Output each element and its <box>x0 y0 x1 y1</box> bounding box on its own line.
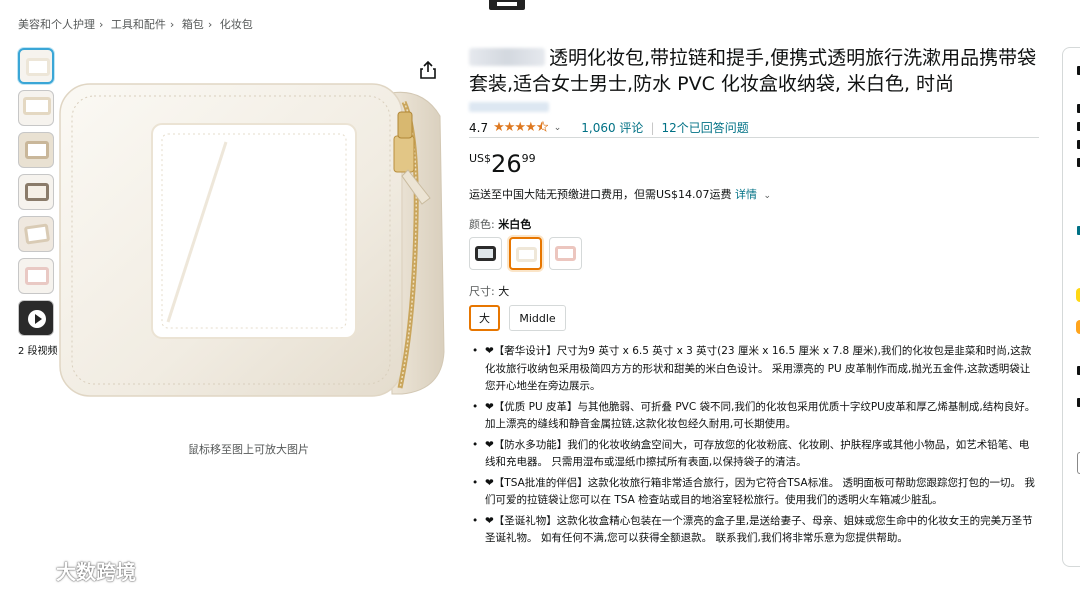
breadcrumb-item-beauty[interactable]: 美容和个人护理 <box>18 18 95 31</box>
thumbnail-6[interactable] <box>18 258 54 294</box>
feature-bullet: ❤【防水多功能】我们的化妆收纳盒空间大，可存放您的化妆粉底、化妆刷、护肤程序或其… <box>471 437 1039 472</box>
size-button-large[interactable]: 大 <box>469 305 500 331</box>
color-swatch-pink[interactable] <box>549 237 582 270</box>
buy-box-panel <box>1062 47 1080 567</box>
device-icon <box>489 0 525 10</box>
feature-bullet: ❤【奢华设计】尺寸为9 英寸 x 6.5 英寸 x 3 英寸(23 厘米 x 1… <box>471 343 1039 396</box>
watermark-logo-icon <box>11 561 47 579</box>
product-title-text: 透明化妆包,带拉链和提手,便携式透明旅行洗漱用品携带袋套装,适合女士男士,防水 … <box>469 47 1037 95</box>
thumbnail-list: 2 段视频 <box>18 48 58 357</box>
watermark: 大数跨境 <box>8 556 136 585</box>
color-swatches <box>469 237 582 270</box>
color-swatch-black[interactable] <box>469 237 502 270</box>
size-options: 大 Middle <box>469 305 566 331</box>
video-count-label: 2 段视频 <box>18 346 58 357</box>
selected-size: 大 <box>498 285 510 298</box>
play-icon <box>28 310 46 328</box>
zoom-hint: 鼠标移至图上可放大图片 <box>188 443 309 456</box>
selected-color: 米白色 <box>498 218 532 231</box>
thumbnail-2[interactable] <box>18 90 54 126</box>
rating-row: 4.7 ★★★★★★ ⌄ 1,060 评论 | 12个已回答问题 <box>469 119 749 136</box>
share-icon[interactable] <box>419 60 437 80</box>
main-product-image[interactable] <box>56 72 456 412</box>
price-fraction: 99 <box>521 152 536 165</box>
breadcrumb-item-bags[interactable]: 箱包 <box>182 18 204 31</box>
price: US$2699 <box>469 150 536 178</box>
feature-bullet: ❤【圣诞礼物】这款化妆盒精心包装在一个漂亮的盒子里,是送给妻子、母亲、姐妹或您生… <box>471 513 1039 548</box>
price-whole: 26 <box>491 150 522 178</box>
shipping-info: 运送至中国大陆无预缴进口费用，但需US$14.07运费 详情 ⌄ <box>469 186 771 202</box>
shipping-details-link[interactable]: 详情 <box>735 188 757 201</box>
product-title: 透明化妆包,带拉链和提手,便携式透明旅行洗漱用品携带袋套装,适合女士男士,防水 … <box>469 45 1039 97</box>
blurred-store-link[interactable] <box>469 102 549 112</box>
watermark-text: 大数跨境 <box>56 560 136 584</box>
star-rating-icon[interactable]: ★★★★★★ <box>493 120 548 135</box>
size-label: 尺寸: 大 <box>469 285 510 298</box>
divider <box>469 137 1039 138</box>
size-button-middle[interactable]: Middle <box>509 305 566 331</box>
breadcrumb: 美容和个人护理 › 工具和配件 › 箱包 › 化妆包 <box>18 18 253 31</box>
thumbnail-4[interactable] <box>18 174 54 210</box>
add-to-cart-button[interactable] <box>1076 288 1080 302</box>
feature-bullet: ❤【优质 PU 皮革】与其他脆弱、可折叠 PVC 袋不同,我们的化妆包采用优质十… <box>471 399 1039 434</box>
answered-questions-link[interactable]: 12个已回答问题 <box>661 119 748 136</box>
video-thumbnail[interactable] <box>18 300 54 336</box>
shipping-text: 运送至中国大陆无预缴进口费用，但需US$14.07运费 <box>469 188 732 201</box>
color-label: 颜色: 米白色 <box>469 218 532 231</box>
chevron-down-icon[interactable]: ⌄ <box>764 191 772 201</box>
chevron-down-icon[interactable]: ⌄ <box>554 123 562 133</box>
feature-bullets: ❤【奢华设计】尺寸为9 英寸 x 6.5 英寸 x 3 英寸(23 厘米 x 1… <box>471 343 1039 551</box>
breadcrumb-item-cosmetic-bag[interactable]: 化妆包 <box>220 18 253 31</box>
buy-now-button[interactable] <box>1076 320 1080 334</box>
thumbnail-5[interactable] <box>18 216 54 252</box>
color-swatch-cream[interactable] <box>509 237 542 270</box>
thumbnail-3[interactable] <box>18 132 54 168</box>
ratings-count-link[interactable]: 1,060 评论 <box>581 119 643 136</box>
feature-bullet: ❤【TSA批准的伴侣】这款化妆旅行箱非常适合旅行，因为它符合TSA标准。 透明面… <box>471 475 1039 510</box>
breadcrumb-item-tools[interactable]: 工具和配件 <box>111 18 166 31</box>
price-currency: US$ <box>469 152 492 165</box>
rating-value: 4.7 <box>469 120 489 135</box>
blurred-brand <box>469 48 545 66</box>
thumbnail-1[interactable] <box>18 48 54 84</box>
